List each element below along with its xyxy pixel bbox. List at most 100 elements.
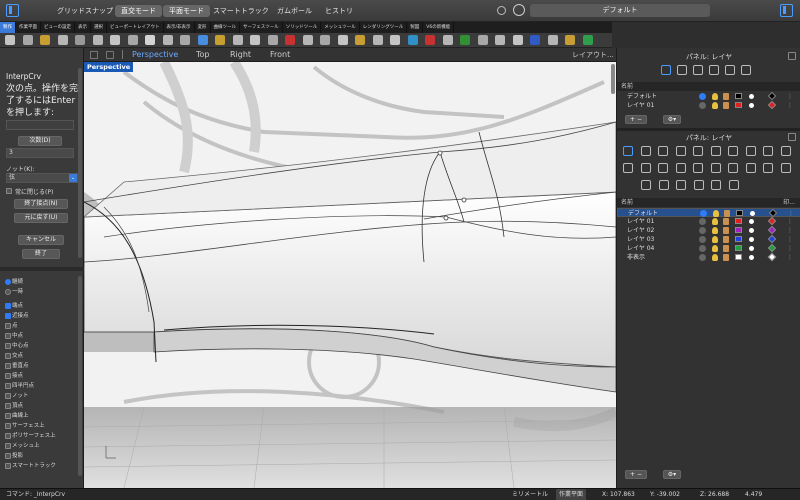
panel-divider[interactable] (0, 267, 84, 271)
ribbon-tab[interactable]: レンダリングツール (360, 22, 408, 33)
grid-snap-toggle[interactable]: グリッドスナップ (57, 5, 113, 17)
linetype-icon[interactable] (750, 211, 755, 216)
osnap-checkbox[interactable] (5, 303, 11, 309)
tool-icon[interactable] (232, 35, 243, 45)
visibility-bulb-icon[interactable] (712, 227, 718, 234)
print-color-icon[interactable] (767, 100, 777, 110)
history-toggle[interactable]: ヒストリ (325, 5, 353, 17)
tool-icon[interactable] (407, 35, 418, 45)
osnap-scrollbar[interactable] (78, 276, 82, 476)
tool-icon[interactable] (302, 35, 313, 45)
panel-tab-icon[interactable] (780, 146, 791, 156)
tool-icon[interactable] (40, 35, 50, 45)
ribbon-tab[interactable]: サーフェスツール (240, 22, 283, 33)
panel-tab-icon[interactable] (745, 163, 756, 173)
single-view-icon[interactable] (106, 51, 114, 59)
panel-tab-icon[interactable] (641, 180, 651, 190)
tool-icon[interactable] (547, 35, 558, 45)
tool-icon[interactable] (215, 35, 225, 45)
named-view-selector[interactable]: デフォルト (530, 4, 710, 17)
add-layer-button-lower[interactable]: + − (625, 470, 647, 479)
osnap-checkbox[interactable] (5, 393, 11, 399)
panel-tab-icon[interactable] (658, 146, 668, 156)
layer-color-swatch[interactable] (735, 245, 742, 251)
tool-icon[interactable] (57, 35, 68, 45)
panel-tab-icon[interactable] (640, 163, 651, 173)
layer-color-swatch[interactable] (735, 218, 742, 224)
layer-state-icon[interactable] (699, 245, 706, 252)
osnap-checkbox[interactable] (5, 413, 11, 419)
units-status[interactable]: ミリメートル (512, 489, 548, 500)
tool-icon[interactable] (145, 35, 155, 45)
osnap-checkbox[interactable] (5, 403, 11, 409)
tab-perspective[interactable]: Perspective (132, 50, 178, 60)
visibility-bulb-icon[interactable] (712, 102, 718, 109)
sidebar-toggle-icon[interactable] (6, 4, 19, 17)
tool-icon[interactable] (442, 35, 453, 45)
panel-toggle-icon[interactable] (780, 4, 793, 17)
layer-row[interactable]: 非表示 ⋮ (617, 252, 800, 262)
undo-button[interactable]: 元に戻す(U) (14, 213, 68, 223)
lock-icon[interactable] (723, 227, 729, 234)
current-layer-icon[interactable] (700, 210, 707, 217)
record-icon[interactable] (497, 6, 506, 15)
tool-icon[interactable] (582, 35, 593, 45)
visibility-bulb-icon[interactable] (712, 93, 718, 100)
linetype-icon[interactable] (749, 255, 754, 260)
layer-row[interactable]: レイヤ 03 ⋮ (617, 234, 800, 244)
ortho-toggle[interactable]: 直交モード (115, 5, 162, 17)
stepper-icon[interactable]: ⋮ (787, 244, 793, 253)
panel-tab-icon[interactable] (780, 163, 791, 173)
add-layer-button[interactable]: + − (625, 115, 647, 124)
ribbon-tab[interactable]: 製図 (407, 22, 424, 33)
target-icon[interactable] (513, 4, 525, 16)
panel-tab-icon[interactable] (693, 65, 703, 75)
tool-icon[interactable] (22, 35, 33, 45)
ribbon-tab[interactable]: 表示/非表示 (164, 22, 195, 33)
ribbon-tab[interactable]: 選択 (91, 22, 107, 33)
tool-icon[interactable] (512, 35, 523, 45)
viewport-canvas[interactable] (84, 62, 616, 488)
layer-options-button-lower[interactable]: ⚙▾ (663, 470, 681, 479)
panel-tab-icon[interactable] (741, 65, 751, 75)
tool-icon[interactable] (127, 35, 138, 45)
lock-icon[interactable] (724, 210, 730, 217)
osnap-checkbox[interactable] (5, 353, 11, 359)
panel-menu-icon[interactable] (788, 133, 796, 141)
layer-state-icon[interactable] (699, 227, 706, 234)
layer-row[interactable]: レイヤ 04 ⋮ (617, 243, 800, 253)
stepper-icon[interactable]: ⋮ (787, 253, 793, 262)
osnap-checkbox[interactable] (5, 453, 11, 459)
lock-icon[interactable] (723, 245, 729, 252)
tool-icon[interactable] (75, 35, 85, 45)
closed-checkbox[interactable] (6, 188, 12, 194)
ribbon-tab[interactable]: メッシュツール (321, 22, 360, 33)
panel-tab-icon[interactable] (658, 163, 668, 173)
command-scrollbar[interactable] (78, 68, 82, 258)
tool-icon[interactable] (390, 35, 400, 45)
tool-icon[interactable] (92, 35, 103, 45)
panel-tab-icon[interactable] (658, 180, 669, 190)
panel-tab-icon[interactable] (763, 163, 773, 173)
layer-color-swatch[interactable] (736, 210, 743, 216)
command-status[interactable]: コマンド: _InterpCrv (6, 489, 65, 500)
panel-tab-icon[interactable] (745, 146, 756, 156)
command-input[interactable] (6, 120, 74, 130)
layer-row[interactable]: レイヤ 02 ⋮ (617, 225, 800, 235)
cplane-status[interactable]: 作業平面 (556, 489, 587, 500)
knot-select[interactable]: 弦 ⌄ (6, 173, 78, 183)
osnap-checkbox[interactable] (5, 343, 11, 349)
panel-tab-icon[interactable] (711, 180, 721, 190)
print-color-icon[interactable] (767, 91, 777, 101)
osnap-checkbox[interactable] (5, 333, 11, 339)
tool-icon[interactable] (337, 35, 348, 45)
visibility-bulb-icon[interactable] (712, 236, 718, 243)
lock-icon[interactable] (723, 218, 729, 225)
layer-color-swatch[interactable] (735, 93, 742, 99)
panel-tab-icon[interactable] (728, 180, 739, 190)
osnap-checkbox[interactable] (5, 373, 11, 379)
osnap-checkbox[interactable] (5, 443, 11, 449)
cancel-button[interactable]: キャンセル (18, 235, 64, 245)
degree-field[interactable]: 3 (6, 148, 74, 158)
panel-tab-icon[interactable] (677, 65, 687, 75)
